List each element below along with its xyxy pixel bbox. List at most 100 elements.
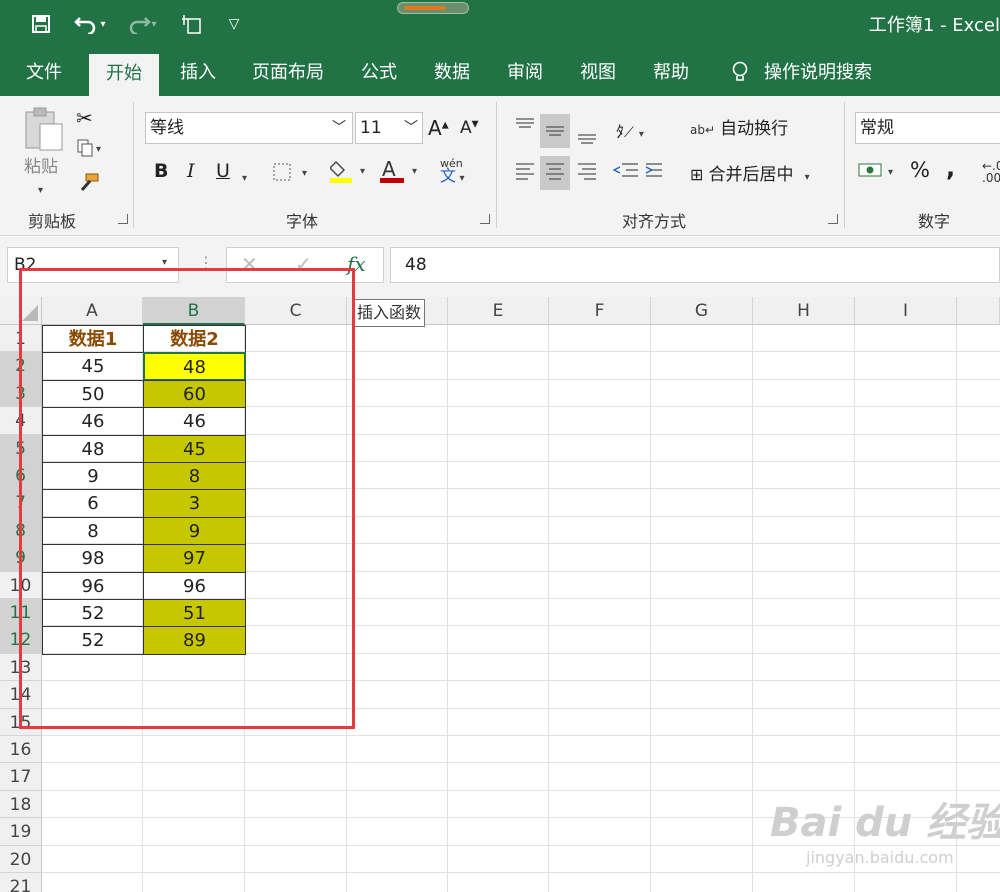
touch-mode-icon[interactable] bbox=[178, 10, 204, 38]
cell-a9[interactable]: 98 bbox=[42, 544, 144, 573]
tab-view[interactable]: 视图 bbox=[572, 50, 624, 96]
font-name-combo[interactable]: 等线 ﹀ bbox=[145, 112, 353, 144]
row-header-11[interactable]: 11 bbox=[0, 599, 42, 627]
underline-dropdown[interactable]: ▾ bbox=[242, 166, 247, 185]
row-header-10[interactable]: 10 bbox=[0, 571, 42, 599]
tab-home[interactable]: 开始 bbox=[89, 54, 159, 96]
cell-a7[interactable]: 6 bbox=[42, 489, 144, 518]
row-header-15[interactable]: 15 bbox=[0, 708, 42, 736]
row-header-4[interactable]: 4 bbox=[0, 407, 42, 435]
shrink-font-button[interactable]: A▼ bbox=[460, 118, 479, 138]
cell-a5[interactable]: 48 bbox=[42, 434, 144, 463]
row-header-7[interactable]: 7 bbox=[0, 489, 42, 517]
tab-formulas[interactable]: 公式 bbox=[353, 50, 405, 96]
cell-b9[interactable]: 97 bbox=[143, 544, 246, 573]
fill-color-icon[interactable]: ▾ bbox=[329, 158, 370, 188]
tab-review[interactable]: 审阅 bbox=[499, 50, 551, 96]
tab-insert[interactable]: 插入 bbox=[172, 50, 224, 96]
chevron-down-icon[interactable]: ﹀ bbox=[332, 113, 346, 143]
cell-b3[interactable]: 60 bbox=[143, 379, 246, 409]
tab-file[interactable]: 文件 bbox=[18, 50, 70, 96]
cell-a10[interactable]: 96 bbox=[42, 571, 144, 600]
font-size-combo[interactable]: 11 ﹀ bbox=[355, 112, 423, 144]
font-color-icon[interactable]: A ▾ bbox=[380, 157, 422, 188]
cell-a2[interactable]: 45 bbox=[42, 352, 144, 381]
cell-b11[interactable]: 51 bbox=[143, 599, 246, 628]
row-header-16[interactable]: 16 bbox=[0, 736, 42, 764]
tab-help[interactable]: 帮助 bbox=[645, 50, 697, 96]
merge-center-button[interactable]: ⊞ 合并后居中 ▾ bbox=[690, 160, 810, 185]
cell-a11[interactable]: 52 bbox=[42, 599, 144, 628]
cut-icon[interactable]: ✂ bbox=[76, 106, 93, 130]
cancel-icon[interactable]: ✕ bbox=[241, 252, 258, 276]
alignment-launcher-icon[interactable] bbox=[828, 214, 838, 224]
percent-style-button[interactable]: % bbox=[910, 158, 930, 182]
column-header-f[interactable]: F bbox=[549, 297, 651, 325]
undo-icon[interactable]: ▾ bbox=[70, 10, 110, 38]
redo-icon[interactable]: ▾ bbox=[124, 10, 160, 38]
column-header-b[interactable]: B bbox=[143, 297, 245, 325]
column-header-a[interactable]: A bbox=[42, 297, 143, 325]
grow-font-button[interactable]: A▲ bbox=[428, 116, 449, 140]
cell-a4[interactable]: 46 bbox=[42, 407, 144, 436]
font-launcher-icon[interactable] bbox=[480, 214, 490, 224]
phonetic-guide-icon[interactable]: wén 文 ▾ bbox=[440, 158, 465, 185]
column-header-c[interactable]: C bbox=[245, 297, 347, 325]
row-header-3[interactable]: 3 bbox=[0, 379, 42, 408]
cell-a8[interactable]: 8 bbox=[42, 516, 144, 546]
cell-a12[interactable]: 52 bbox=[42, 626, 144, 655]
paste-dropdown[interactable]: ▾ bbox=[38, 178, 43, 197]
enter-icon[interactable]: ✓ bbox=[295, 252, 312, 276]
chevron-down-icon[interactable]: ﹀ bbox=[404, 113, 418, 143]
row-header-21[interactable]: 21 bbox=[0, 873, 42, 892]
cell-b2[interactable]: 48 bbox=[143, 352, 246, 381]
row-header-2[interactable]: 2 bbox=[0, 352, 42, 380]
row-header-8[interactable]: 8 bbox=[0, 516, 42, 545]
row-header-13[interactable]: 13 bbox=[0, 653, 42, 682]
row-header-17[interactable]: 17 bbox=[0, 763, 42, 791]
indent-icons[interactable] bbox=[612, 158, 672, 190]
row-header-9[interactable]: 9 bbox=[0, 544, 42, 572]
cell-b6[interactable]: 8 bbox=[143, 462, 246, 491]
customize-qat-icon[interactable]: ▽ bbox=[224, 10, 244, 38]
cell-b8[interactable]: 9 bbox=[143, 516, 246, 546]
bold-button[interactable]: B bbox=[154, 160, 168, 182]
name-box[interactable]: B2 bbox=[7, 247, 179, 283]
tell-me-search[interactable]: 操作说明搜索 bbox=[764, 50, 879, 96]
row-header-14[interactable]: 14 bbox=[0, 681, 42, 709]
cell-b12[interactable]: 89 bbox=[143, 626, 246, 655]
row-header-20[interactable]: 20 bbox=[0, 845, 42, 873]
insert-function-icon[interactable]: fx bbox=[347, 252, 366, 276]
column-header-e[interactable]: E bbox=[448, 297, 549, 325]
increase-decimal-icon[interactable]: ←.0.00 bbox=[982, 160, 1000, 184]
save-icon[interactable] bbox=[28, 10, 54, 38]
orientation-icon[interactable]: ﾀ⟋ ▾ bbox=[616, 118, 644, 142]
number-format-combo[interactable]: 常规 bbox=[855, 112, 1000, 144]
row-header-19[interactable]: 19 bbox=[0, 818, 42, 846]
row-header-6[interactable]: 6 bbox=[0, 462, 42, 490]
row-header-12[interactable]: 12 bbox=[0, 626, 42, 654]
cell-a3[interactable]: 50 bbox=[42, 379, 144, 409]
comma-style-button[interactable]: , bbox=[946, 154, 955, 182]
row-header-1[interactable]: 1 bbox=[0, 325, 42, 353]
cell-b10[interactable]: 96 bbox=[143, 571, 246, 600]
name-box-dropdown[interactable]: ▾ bbox=[162, 257, 167, 268]
copy-icon[interactable]: ▾ bbox=[76, 138, 106, 162]
cell-b1[interactable]: 数据2 bbox=[143, 325, 246, 354]
cell-b5[interactable]: 45 bbox=[143, 434, 246, 463]
column-header-g[interactable]: G bbox=[651, 297, 753, 325]
row-header-5[interactable]: 5 bbox=[0, 434, 42, 462]
row-header-18[interactable]: 18 bbox=[0, 790, 42, 819]
column-header-i[interactable]: I bbox=[855, 297, 957, 325]
formula-input[interactable]: 48 bbox=[390, 247, 1000, 283]
format-painter-icon[interactable] bbox=[78, 172, 100, 198]
underline-button[interactable]: U bbox=[216, 160, 230, 182]
italic-button[interactable]: I bbox=[187, 160, 195, 182]
column-header-h[interactable]: H bbox=[753, 297, 855, 325]
align-top-icon[interactable] bbox=[512, 114, 608, 152]
tab-data[interactable]: 数据 bbox=[426, 50, 478, 96]
paste-label[interactable]: 粘贴 bbox=[24, 152, 58, 177]
cell-b4[interactable]: 46 bbox=[143, 407, 246, 436]
accounting-format-icon[interactable]: ▾ bbox=[858, 160, 898, 188]
clipboard-launcher-icon[interactable] bbox=[118, 214, 128, 224]
